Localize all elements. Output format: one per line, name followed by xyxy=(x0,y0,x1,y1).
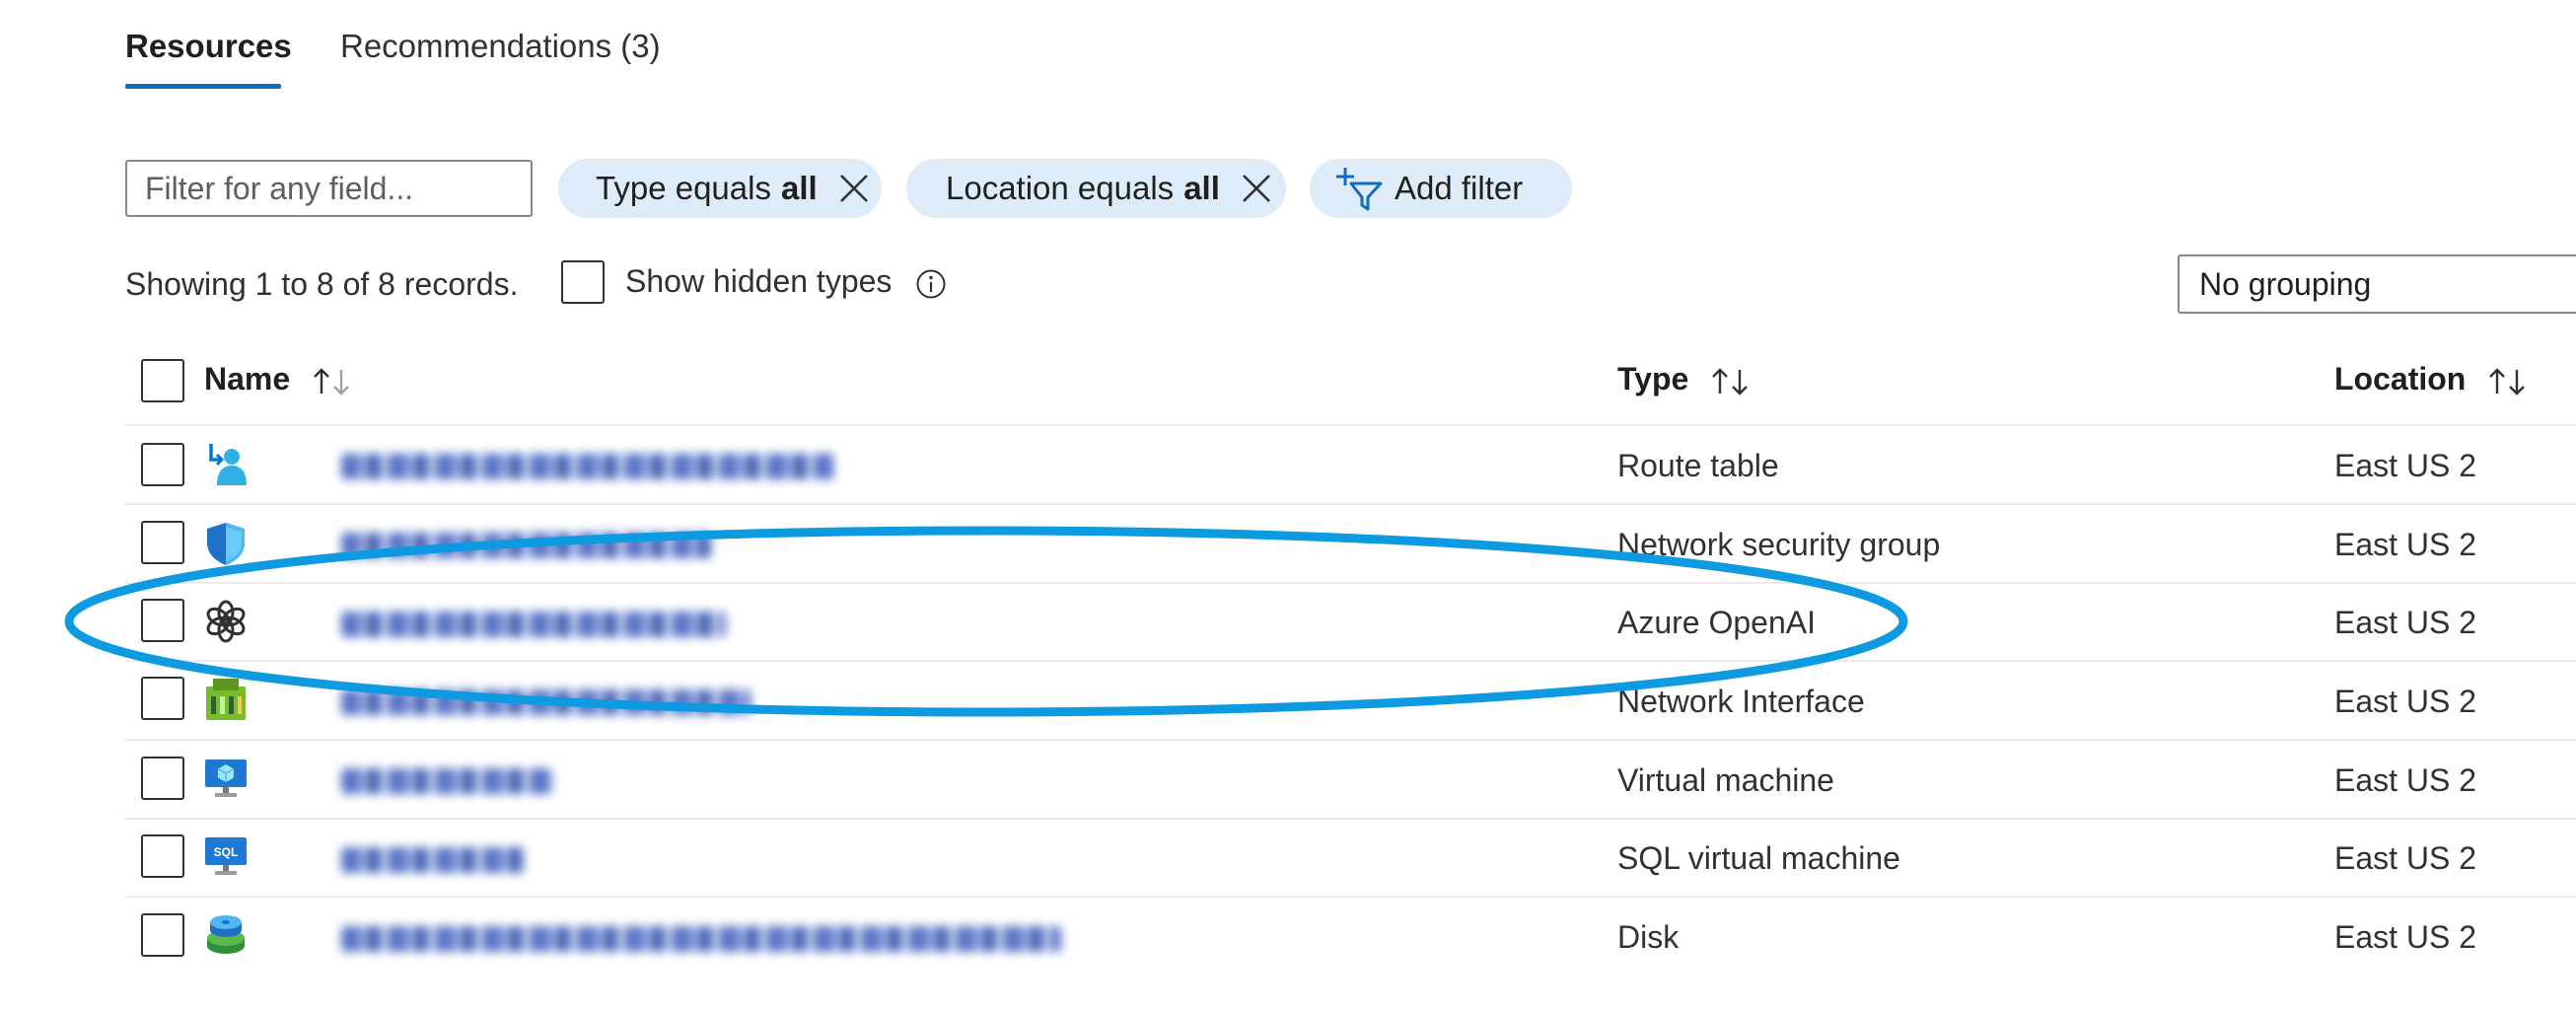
type-filter-pill[interactable]: Type equals all xyxy=(558,159,882,218)
add-filter-label: Add filter xyxy=(1395,170,1524,206)
show-hidden-types-checkbox[interactable] xyxy=(561,260,605,304)
row-checkbox[interactable] xyxy=(141,913,184,957)
sort-icon xyxy=(2489,367,2526,396)
type-filter-prefix: Type equals xyxy=(596,170,771,206)
row-checkbox[interactable] xyxy=(141,521,184,564)
column-header-type[interactable]: Type xyxy=(1617,361,1753,399)
resource-name-link[interactable] xyxy=(341,768,553,794)
resource-name-link[interactable] xyxy=(341,847,524,873)
header-divider xyxy=(125,424,2576,426)
row-divider xyxy=(125,896,2576,898)
row-divider xyxy=(125,660,2576,662)
add-filter-icon xyxy=(1336,168,1383,211)
resource-location: East US 2 xyxy=(2334,919,2477,955)
virtual-machine-icon xyxy=(205,759,247,797)
add-filter-button[interactable]: Add filter xyxy=(1310,159,1572,218)
row-divider xyxy=(125,582,2576,584)
sql-virtual-machine-icon: SQL xyxy=(205,837,247,875)
resource-type: Network Interface xyxy=(1617,684,1865,719)
row-divider xyxy=(125,503,2576,505)
resource-location: East US 2 xyxy=(2334,605,2477,640)
resource-name-link[interactable] xyxy=(341,689,751,715)
column-header-location[interactable]: Location xyxy=(2334,361,2530,399)
row-checkbox[interactable] xyxy=(141,443,184,486)
grouping-dropdown[interactable]: No grouping xyxy=(2178,254,2576,314)
tab-recommendations[interactable]: Recommendations (3) xyxy=(340,28,661,65)
tab-resources[interactable]: Resources xyxy=(125,28,292,65)
resource-location: East US 2 xyxy=(2334,840,2477,876)
resource-type: SQL virtual machine xyxy=(1617,840,1900,876)
sql-icon-text: SQL xyxy=(214,845,239,859)
row-checkbox[interactable] xyxy=(141,834,184,878)
resource-location: East US 2 xyxy=(2334,448,2477,483)
location-filter-value: all xyxy=(1183,170,1220,206)
resource-type: Azure OpenAI xyxy=(1617,605,1816,640)
grouping-value: No grouping xyxy=(2199,265,2372,302)
records-count: Showing 1 to 8 of 8 records. xyxy=(125,266,519,302)
resource-name-link[interactable] xyxy=(341,926,1061,952)
resource-type: Route table xyxy=(1617,448,1779,483)
type-filter-value: all xyxy=(780,170,818,206)
row-checkbox[interactable] xyxy=(141,757,184,800)
column-header-name[interactable]: Name xyxy=(204,361,354,399)
row-divider xyxy=(125,739,2576,741)
info-icon[interactable] xyxy=(915,268,947,300)
row-checkbox[interactable] xyxy=(141,599,184,642)
resource-name-link[interactable] xyxy=(341,612,726,637)
resource-type: Virtual machine xyxy=(1617,762,1834,798)
route-table-icon xyxy=(209,444,247,485)
network-security-group-icon xyxy=(207,523,245,565)
resource-location: East US 2 xyxy=(2334,684,2477,719)
filter-input[interactable] xyxy=(125,160,533,217)
azure-openai-icon xyxy=(206,600,246,643)
sort-icon xyxy=(314,367,349,396)
resource-name-link[interactable] xyxy=(341,533,711,558)
location-filter-pill[interactable]: Location equals all xyxy=(906,159,1286,218)
close-icon[interactable] xyxy=(1240,172,1273,205)
sort-icon xyxy=(1712,367,1749,396)
active-tab-indicator xyxy=(125,84,281,89)
close-icon[interactable] xyxy=(837,172,871,205)
row-checkbox[interactable] xyxy=(141,677,184,720)
resource-type: Disk xyxy=(1617,919,1680,955)
resource-type: Network security group xyxy=(1617,527,1941,562)
resource-location: East US 2 xyxy=(2334,527,2477,562)
resource-location: East US 2 xyxy=(2334,762,2477,798)
location-filter-prefix: Location equals xyxy=(946,170,1175,206)
row-divider xyxy=(125,818,2576,820)
select-all-checkbox[interactable] xyxy=(141,359,184,402)
network-interface-icon xyxy=(206,679,246,720)
show-hidden-types-label: Show hidden types xyxy=(625,263,893,299)
disk-icon xyxy=(207,915,245,954)
resource-name-link[interactable] xyxy=(341,454,834,479)
